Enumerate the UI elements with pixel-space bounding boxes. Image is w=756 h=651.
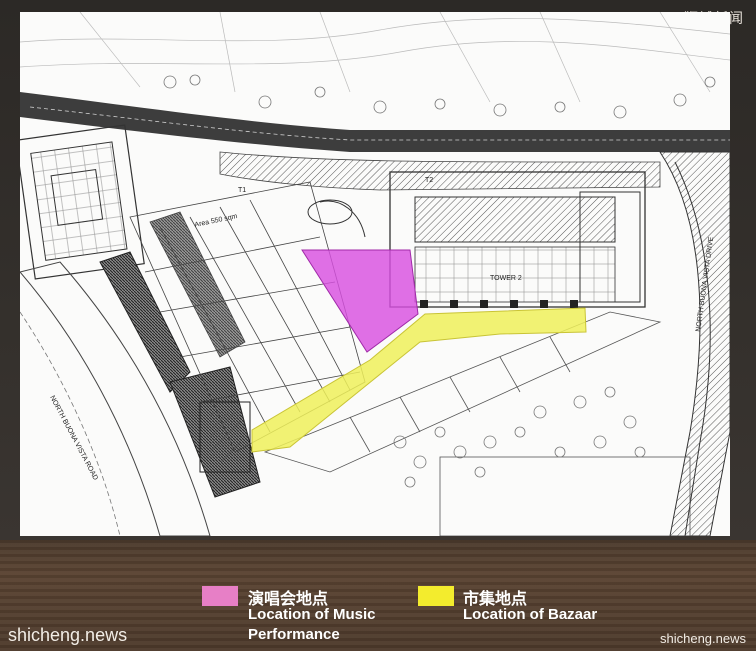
site-plan-drawing: TOWER 2 Area 550 sqm T1 T2 NORTH BUONA V… [20,12,730,536]
trees-top [163,74,716,119]
structure-dark [99,211,261,498]
expressway [20,92,730,152]
music-line1: Location of Music [248,606,376,623]
road-label-left: NORTH BUONA VISTA ROAD [48,395,99,482]
tower-label: TOWER 2 [490,275,522,282]
footer-brand-left: shicheng.news [8,625,128,645]
bazaar-line1: Location of Bazaar [463,606,598,623]
trees-lower [393,386,646,488]
area-label: Area 550 sqm [194,213,238,229]
label-t2: T2 [425,177,433,184]
footer-brand-right: shicheng.news [660,631,746,646]
music-line2: Performance [248,626,340,643]
bazaar-swatch [418,586,454,606]
site-plan: TOWER 2 Area 550 sqm T1 T2 NORTH BUONA V… [20,12,730,536]
contour-lines [20,12,730,103]
right-road [659,151,730,536]
lower-parcels [263,311,691,536]
music-swatch [202,586,238,606]
planting-strip [219,151,661,191]
label-t1: T1 [238,187,246,194]
